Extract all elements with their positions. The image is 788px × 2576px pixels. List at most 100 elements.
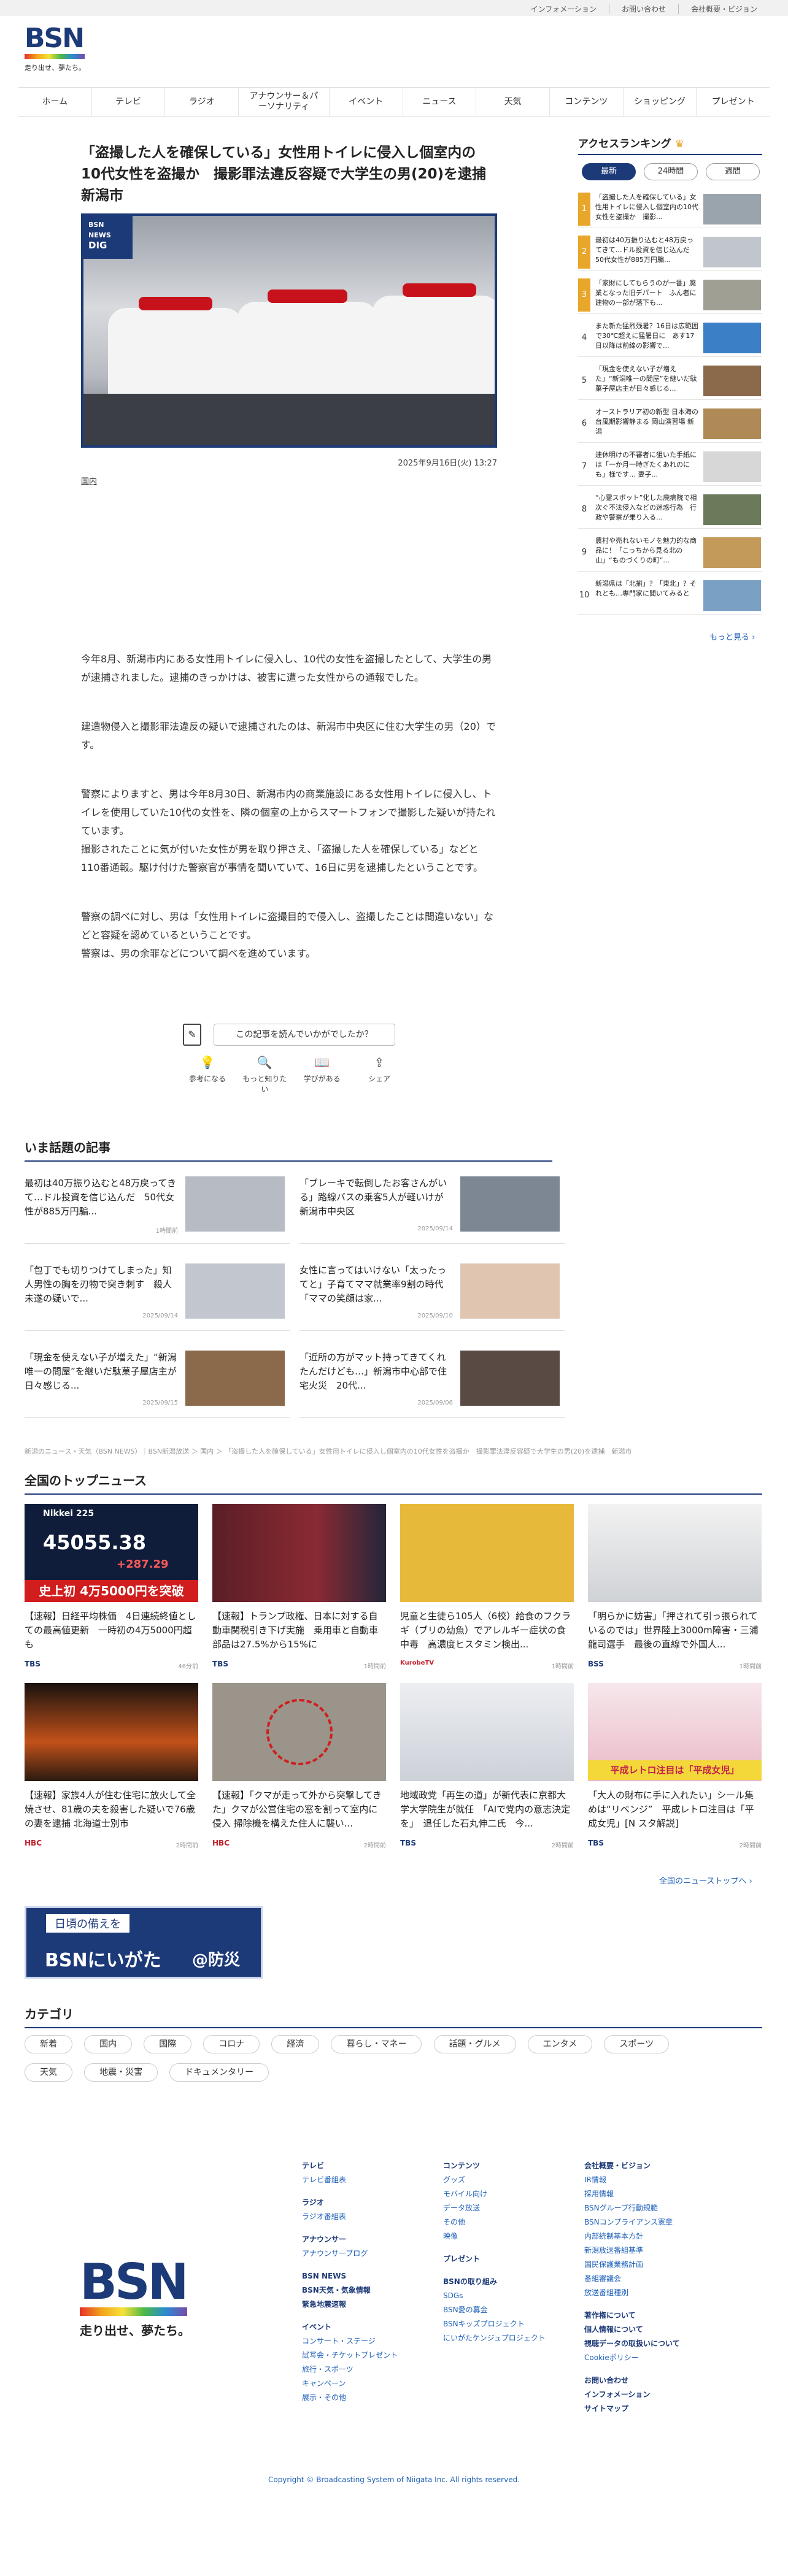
footer-heading-link[interactable]: イベント (302, 2320, 425, 2334)
footer-link[interactable]: モバイル向け (443, 2187, 566, 2201)
footer-link[interactable]: にいがたケンジュプロジェクト (443, 2331, 566, 2345)
breadcrumb[interactable]: 新潟のニュース・天気（BSN NEWS）｜BSN新潟放送 ＞ 国内 ＞ 「盗撮し… (25, 1446, 730, 1456)
category-chip[interactable]: 地震・災害 (84, 2063, 158, 2082)
footer-heading-link[interactable]: 会社概要・ビジョン (584, 2159, 725, 2173)
national-news-card[interactable]: 「明らかに妨害」「押されて引っ張られているのでは」世界陸上3000m障害・三浦龍… (588, 1504, 762, 1688)
helpful-button[interactable]: 💡 参考になる (183, 1055, 232, 1092)
nav-event[interactable]: イベント (328, 88, 403, 116)
footer-heading-link[interactable]: 緊急地震速報 (302, 2298, 425, 2312)
footer-link[interactable]: キャンペーン (302, 2377, 425, 2391)
tab-24h[interactable]: 24時間 (644, 163, 698, 180)
national-news-card[interactable]: 地域政党「再生の道」が新代表に京都大学大学院生が就任 「AIで党内の意志決定を」… (400, 1683, 574, 1867)
info-link[interactable]: インフォメーション (519, 4, 609, 14)
footer-link[interactable]: BSNコンプライアンス憲章 (584, 2215, 725, 2229)
footer-heading-link[interactable]: 著作権について (584, 2309, 725, 2323)
footer-link[interactable]: Cookieポリシー (584, 2351, 725, 2365)
nav-shopping[interactable]: ショッピング (622, 88, 697, 116)
national-news-card[interactable]: 児童と生徒ら105人（6校）給食のフクラギ（ブリの幼魚）でアレルギー症状の食中毒… (400, 1504, 574, 1688)
national-more-link[interactable]: 全国のニューストップへ › (659, 1874, 752, 1886)
category-chip[interactable]: ドキュメンタリー (169, 2063, 269, 2082)
tab-latest[interactable]: 最新 (582, 163, 636, 180)
trending-item[interactable]: 「ブレーキで転倒したお客さんがいる」路線バスの乗客5人が軽いけが 新潟市中央区 2… (299, 1176, 565, 1244)
category-chip[interactable]: 国内 (84, 2035, 133, 2053)
national-news-card[interactable]: Nikkei 225 45055.38 +287.29 史上初 4万5000円を… (25, 1504, 198, 1688)
footer-link[interactable]: コンサート・ステージ (302, 2334, 425, 2348)
footer-heading-link[interactable]: BSN天気・気象情報 (302, 2283, 425, 2298)
bousai-banner[interactable]: 日頃の備えを BSNにいがた @防災 (25, 1906, 263, 1979)
footer-link[interactable]: SDGs (443, 2289, 566, 2303)
footer-heading-link[interactable]: プレゼント (443, 2252, 566, 2266)
footer-link[interactable]: データ放送 (443, 2201, 566, 2215)
footer-link[interactable]: 採用情報 (584, 2187, 725, 2201)
ranking-item[interactable]: 3 「家財にしてもらうのが一番」廃業となった旧デパート ふん者に建物の一部が落下も… (578, 276, 762, 314)
footer-link[interactable]: その他 (443, 2215, 566, 2229)
footer-link[interactable]: 映像 (443, 2229, 566, 2244)
bsn-logo[interactable]: BSN 走り出せ、夢たち。 (25, 25, 92, 80)
nav-contents[interactable]: コンテンツ (549, 88, 623, 116)
ranking-item[interactable]: 8 “心霊スポット”化した廃病院で相次ぐ不法侵入などの迷惑行為 行政や警察が乗り入… (578, 491, 762, 529)
trending-item[interactable]: 「近所の方がマット持ってきてくれたんだけども…」新潟市中心部で住宅火災 20代.… (299, 1351, 565, 1418)
footer-link[interactable]: 展示・その他 (302, 2391, 425, 2405)
contact-link[interactable]: お問い合わせ (608, 4, 678, 14)
footer-link[interactable]: BSN愛の募金 (443, 2303, 566, 2317)
footer-link[interactable]: 内部統制基本方針 (584, 2229, 725, 2244)
ranking-more-link[interactable]: もっと見る › (709, 631, 755, 642)
category-chip[interactable]: 国際 (144, 2035, 192, 2053)
trending-item[interactable]: 「現金を使えない子が増えた」“新潟唯一の問屋”を継いだ駄菓子屋店主が日々感じる.… (25, 1351, 290, 1418)
footer-heading-link[interactable]: サイトマップ (584, 2402, 725, 2416)
learned-button[interactable]: 📖 学びがある (298, 1055, 347, 1092)
footer-link[interactable]: グッズ (443, 2173, 566, 2187)
want-more-button[interactable]: 🔍 もっと知りたい (240, 1055, 289, 1094)
ranking-item[interactable]: 9 農村や売れないモノを魅力的な商品に！「こっちから見る北の山」“ものづくりの町”… (578, 534, 762, 572)
footer-link[interactable]: BSNキッズプロジェクト (443, 2317, 566, 2331)
ranking-item[interactable]: 4 また新た猛烈残暑？16日は広範囲で30℃超えに猛暑日に あす17日以降は前線の… (578, 319, 762, 357)
tab-weekly[interactable]: 週間 (706, 163, 760, 180)
ranking-item[interactable]: 5 「現金を使えない子が増えた」“新潟唯一の問屋”を継いだ駄菓子屋店主が日々感じる… (578, 362, 762, 400)
nav-weather[interactable]: 天気 (476, 88, 549, 116)
footer-link[interactable]: IR情報 (584, 2173, 725, 2187)
footer-link[interactable]: テレビ番組表 (302, 2173, 425, 2187)
national-news-card[interactable]: 【速報】「クマが走って外から突撃してきた」クマが公営住宅の窓を割って室内に侵入 … (212, 1683, 386, 1867)
category-chip[interactable]: 天気 (25, 2063, 72, 2082)
footer-link[interactable]: 国民保護業務計画 (584, 2258, 725, 2272)
share-button[interactable]: ⇪ シェア (355, 1055, 404, 1092)
footer-heading-link[interactable]: コンテンツ (443, 2159, 566, 2173)
footer-heading-link[interactable]: BSNの取り組み (443, 2275, 566, 2289)
category-chip[interactable]: 話題・グルメ (433, 2035, 516, 2053)
nav-present[interactable]: プレゼント (696, 88, 770, 116)
footer-link[interactable]: ラジオ番組表 (302, 2210, 425, 2224)
footer-heading-link[interactable]: アナウンサー (302, 2233, 425, 2247)
nav-news[interactable]: ニュース (402, 88, 476, 116)
nav-home[interactable]: ホーム (18, 88, 91, 116)
footer-link[interactable]: 番組審議会 (584, 2272, 725, 2286)
nav-radio[interactable]: ラジオ (164, 88, 238, 116)
footer-heading-link[interactable]: テレビ (302, 2159, 425, 2173)
category-chip[interactable]: 経済 (271, 2035, 320, 2053)
footer-link[interactable]: 試写会・チケットプレゼント (302, 2348, 425, 2363)
footer-heading-link[interactable]: 個人情報について (584, 2323, 725, 2337)
ranking-item[interactable]: 1 「盗撮した人を確保している」女性用トイレに侵入し個室内の10代女性を盗撮か 撮… (578, 190, 762, 228)
ranking-item[interactable]: 7 連休明けの不審者に狙いた手紙には「一か月一時ぎたくあれのにも」様です… 妻子.… (578, 448, 762, 486)
footer-link[interactable]: BSNグループ行動規範 (584, 2201, 725, 2215)
footer-link[interactable]: 放送番組種別 (584, 2286, 725, 2300)
footer-heading-link[interactable]: 視聴データの取扱いについて (584, 2337, 725, 2351)
trending-item[interactable]: 最初は40万振り込むと48万戻ってきて…ドル投資を信じ込んだ 50代女性が885… (25, 1176, 290, 1244)
nav-tv[interactable]: テレビ (91, 88, 165, 116)
ranking-item[interactable]: 10 新潟県は「北揃」？「東北」？それとも…専門家に聞いてみると (578, 577, 762, 615)
feedback-question[interactable]: この記事を読んでいかがでしたか？ (214, 1024, 395, 1046)
footer-heading-link[interactable]: ラジオ (302, 2196, 425, 2210)
category-chip[interactable]: エンタメ (527, 2035, 593, 2053)
category-chip[interactable]: コロナ (203, 2035, 260, 2053)
trending-item[interactable]: 「包丁でも切りつけてしまった」知人男性の胸を刃物で突き刺す 殺人未遂の疑いで..… (25, 1263, 290, 1331)
national-news-card[interactable]: 【速報】家族4人が住む住宅に放火して全焼させ、81歳の夫を殺害した疑いで76歳の… (25, 1683, 198, 1867)
footer-heading-link[interactable]: BSN NEWS (302, 2269, 425, 2283)
footer-heading-link[interactable]: インフォメーション (584, 2388, 725, 2402)
category-chip[interactable]: 新着 (25, 2035, 72, 2053)
national-news-card[interactable]: 平成レトロ注目は「平成女児」 「大人の財布に手に入れたい」シール集めは“リベンジ”… (588, 1683, 762, 1867)
category-chip[interactable]: スポーツ (604, 2035, 670, 2053)
ranking-item[interactable]: 6 オーストラリア初の新型 日本海の台風期影響静まる 岡山演習場 新潟 (578, 405, 762, 443)
ranking-item[interactable]: 2 最初は40万振り込むと48万戻ってきて…ドル投資を信じ込んだ 50代女性が88… (578, 233, 762, 271)
category-chip[interactable]: 暮らし・マネー (331, 2035, 422, 2053)
company-link[interactable]: 会社概要・ビジョン (678, 4, 770, 14)
footer-logo[interactable]: BSN 走り出せ、夢たち。 (80, 2257, 190, 2349)
